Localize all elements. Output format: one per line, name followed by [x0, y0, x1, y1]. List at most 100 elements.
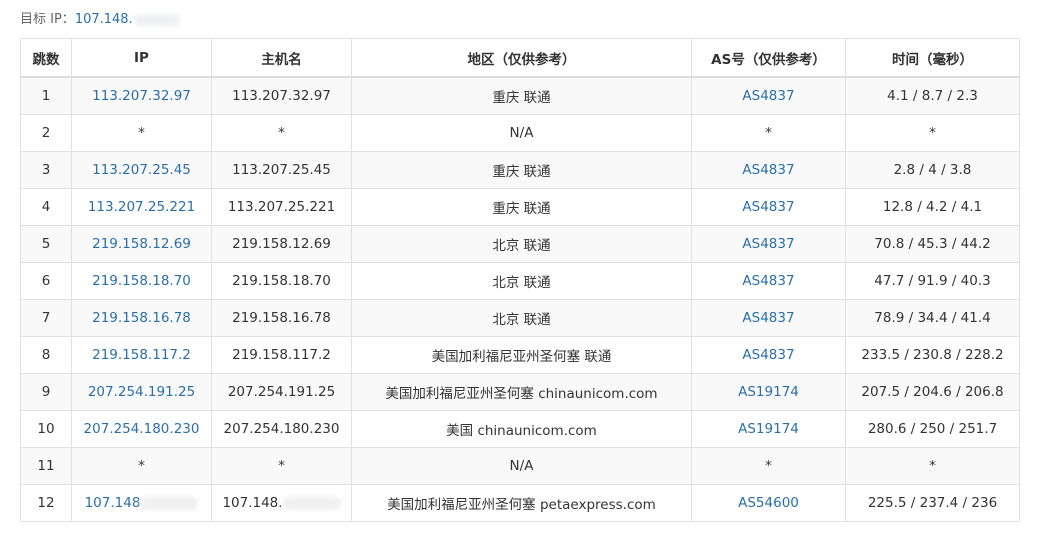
table-row: 5 219.158.12.69 219.158.12.69 北京 联通 AS4837 70…: [20, 225, 1020, 263]
cell-asn: AS4837: [691, 151, 846, 189]
cell-hostname-text: 207.254.191.25: [227, 384, 336, 400]
cell-ip-link[interactable]: 207.254.191.25: [88, 384, 195, 400]
cell-asn: AS4837: [691, 225, 846, 263]
cell-region-text: 美国加利福尼亚州圣何塞 petaexpress.com: [387, 497, 656, 513]
cell-asn: AS4837: [691, 299, 846, 337]
cell-ip: 107.148: [71, 484, 212, 522]
cell-ip: 113.207.25.221: [71, 188, 212, 226]
cell-ip-link[interactable]: 207.254.180.230: [84, 421, 200, 437]
cell-hop-text: 11: [37, 458, 55, 474]
cell-ip-link[interactable]: 219.158.117.2: [92, 347, 191, 363]
cell-region-text: 北京 联通: [492, 238, 551, 254]
cell-hostname-text: 219.158.16.78: [232, 310, 331, 326]
cell-ip-link[interactable]: 219.158.12.69: [92, 236, 191, 252]
cell-asn-link[interactable]: AS19174: [738, 384, 799, 400]
cell-ip-link[interactable]: 219.158.18.70: [92, 273, 191, 289]
cell-region: 重庆 联通: [351, 188, 692, 226]
cell-asn-link[interactable]: AS4837: [742, 310, 794, 326]
cell-hostname: 219.158.18.70: [211, 262, 352, 300]
cell-hostname: 219.158.16.78: [211, 299, 352, 337]
cell-ip-link[interactable]: 113.207.25.221: [88, 199, 195, 215]
cell-hop: 2: [20, 114, 72, 152]
cell-time: 207.5 / 204.6 / 206.8: [845, 373, 1020, 411]
table-row: 10 207.254.180.230 207.254.180.230 美国 china…: [20, 410, 1020, 448]
cell-asn: AS4837: [691, 188, 846, 226]
cell-ip-link[interactable]: 107.148: [85, 495, 141, 511]
target-ip-line: 目标 IP：107.148.: [20, 11, 180, 29]
cell-hostname-text: *: [278, 458, 285, 474]
cell-hostname: 207.254.180.230: [211, 410, 352, 448]
cell-asn-text: *: [765, 458, 772, 474]
cell-hop: 11: [20, 447, 72, 485]
cell-time: *: [845, 114, 1020, 152]
cell-region: 美国 chinaunicom.com: [351, 410, 692, 448]
cell-ip: *: [71, 114, 212, 152]
cell-hop: 6: [20, 262, 72, 300]
cell-hostname: 107.148.: [211, 484, 352, 522]
cell-asn: AS4837: [691, 336, 846, 374]
cell-ip-link[interactable]: 113.207.32.97: [92, 88, 191, 104]
cell-time-text: 12.8 / 4.2 / 4.1: [882, 199, 983, 215]
cell-time-text: 70.8 / 45.3 / 44.2: [874, 236, 991, 252]
cell-region-text: 北京 联通: [492, 312, 551, 328]
cell-region: 重庆 联通: [351, 151, 692, 189]
cell-time: 4.1 / 8.7 / 2.3: [845, 76, 1020, 115]
cell-time: 280.6 / 250 / 251.7: [845, 410, 1020, 448]
cell-hop-text: 1: [41, 88, 51, 104]
cell-ip: 219.158.117.2: [71, 336, 212, 374]
cell-asn-link[interactable]: AS4837: [742, 273, 794, 289]
cell-ip: 219.158.16.78: [71, 299, 212, 337]
cell-ip: 113.207.32.97: [71, 76, 212, 115]
cell-asn-link[interactable]: AS4837: [742, 162, 794, 178]
cell-ip: 113.207.25.45: [71, 151, 212, 189]
target-ip-label: 目标 IP：: [20, 12, 75, 27]
cell-time: *: [845, 447, 1020, 485]
cell-hostname: 113.207.32.97: [211, 76, 352, 115]
cell-region-text: 重庆 联通: [492, 201, 551, 217]
cell-region-text: N/A: [509, 125, 534, 141]
cell-ip: 219.158.12.69: [71, 225, 212, 263]
cell-hop: 12: [20, 484, 72, 522]
table-header-row: 跳数 IP 主机名 地区（仅供参考） AS号（仅供参考） 时间（毫秒）: [20, 38, 1020, 78]
cell-ip-link[interactable]: 219.158.16.78: [92, 310, 191, 326]
cell-hop: 8: [20, 336, 72, 374]
cell-time-text: 225.5 / 237.4 / 236: [867, 495, 998, 511]
cell-ip: 219.158.18.70: [71, 262, 212, 300]
cell-asn-link[interactable]: AS4837: [742, 199, 794, 215]
cell-asn-link[interactable]: AS4837: [742, 88, 794, 104]
traceroute-table: 跳数 IP 主机名 地区（仅供参考） AS号（仅供参考） 时间（毫秒） 1 113…: [20, 38, 1020, 522]
cell-region: 美国加利福尼亚州圣何塞 petaexpress.com: [351, 484, 692, 522]
cell-asn-link[interactable]: AS4837: [742, 236, 794, 252]
cell-hostname-text: 113.207.25.221: [227, 199, 336, 215]
header-hop: 跳数: [20, 38, 72, 78]
cell-time: 2.8 / 4 / 3.8: [845, 151, 1020, 189]
cell-asn-link[interactable]: AS4837: [742, 347, 794, 363]
cell-time-text: 207.5 / 204.6 / 206.8: [861, 384, 1004, 400]
cell-time-text: 233.5 / 230.8 / 228.2: [861, 347, 1004, 363]
cell-ip: *: [71, 447, 212, 485]
table-row: 1 113.207.32.97 113.207.32.97 重庆 联通 AS4837 4.…: [20, 76, 1020, 115]
cell-asn-link[interactable]: AS19174: [738, 421, 799, 437]
cell-ip: 207.254.191.25: [71, 373, 212, 411]
redacted-blur: [140, 496, 199, 510]
cell-hostname-text: 107.148.: [222, 495, 283, 511]
cell-hostname-text: 219.158.18.70: [232, 273, 331, 289]
cell-hop-text: 2: [41, 125, 51, 141]
cell-hop-text: 6: [41, 273, 51, 289]
table-row: 9 207.254.191.25 207.254.191.25 美国加利福尼亚州圣何塞…: [20, 373, 1020, 411]
cell-asn: AS54600: [691, 484, 846, 522]
cell-region-text: 美国加利福尼亚州圣何塞 chinaunicom.com: [385, 386, 658, 402]
header-asn: AS号（仅供参考）: [691, 38, 846, 78]
header-ip: IP: [71, 38, 212, 78]
table-row: 12 107.148 107.148. 美国加利福尼亚州圣何塞 petaexpress…: [20, 484, 1020, 522]
cell-time-text: 47.7 / 91.9 / 40.3: [874, 273, 991, 289]
cell-ip-link[interactable]: 113.207.25.45: [92, 162, 191, 178]
table-row: 11 * * N/A * *: [20, 447, 1020, 485]
cell-hop-text: 5: [41, 236, 51, 252]
header-region: 地区（仅供参考）: [351, 38, 692, 78]
cell-region: 北京 联通: [351, 225, 692, 263]
cell-asn: AS4837: [691, 262, 846, 300]
cell-asn-link[interactable]: AS54600: [738, 495, 799, 511]
cell-time: 225.5 / 237.4 / 236: [845, 484, 1020, 522]
cell-time-text: 280.6 / 250 / 251.7: [867, 421, 998, 437]
